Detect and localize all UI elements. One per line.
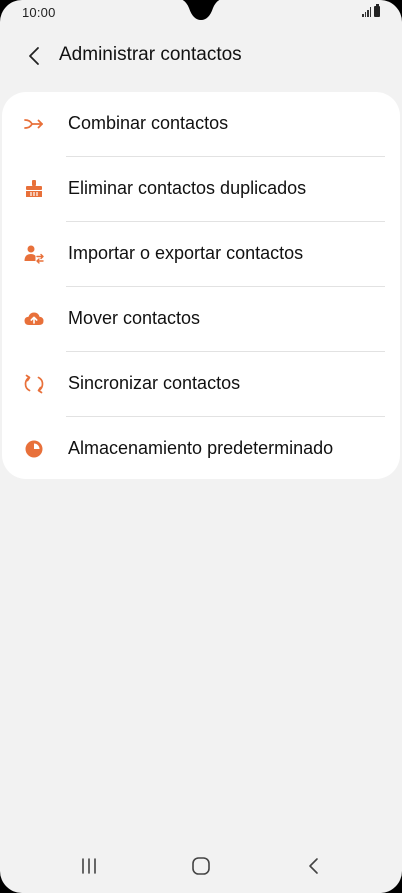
- app-header: Administrar contactos: [0, 36, 402, 76]
- storage-pie-icon: [23, 438, 45, 460]
- menu-item-label: Eliminar contactos duplicados: [68, 178, 307, 198]
- options-card: Combinar contactos Eliminar contactos du…: [2, 92, 400, 479]
- chevron-left-icon: [29, 47, 39, 65]
- status-time: 10:00: [22, 5, 56, 20]
- merge-arrow-icon: [23, 113, 45, 135]
- signal-icon: [362, 7, 371, 17]
- home-button[interactable]: [181, 849, 221, 883]
- page-title: Administrar contactos: [59, 44, 242, 65]
- back-button[interactable]: [20, 42, 48, 70]
- menu-item-label: Importar o exportar contactos: [68, 243, 304, 263]
- sync-icon: [23, 373, 45, 395]
- menu-item-label: Combinar contactos: [68, 113, 229, 133]
- navigation-bar: [0, 839, 402, 893]
- menu-item-mover[interactable]: Mover contactos: [2, 287, 400, 351]
- recents-button[interactable]: [69, 849, 109, 883]
- menu-item-almacenamiento[interactable]: Almacenamiento predeterminado: [2, 417, 400, 481]
- menu-item-label: Sincronizar contactos: [68, 373, 241, 393]
- broom-icon: [23, 178, 45, 200]
- menu-item-label: Almacenamiento predeterminado: [68, 438, 334, 458]
- menu-item-importar-exportar[interactable]: Importar o exportar contactos: [2, 222, 400, 286]
- nav-back-button[interactable]: [294, 849, 334, 883]
- back-icon: [309, 858, 318, 874]
- menu-item-label: Mover contactos: [68, 308, 201, 328]
- cloud-upload-icon: [23, 308, 45, 330]
- battery-icon: [374, 4, 380, 17]
- camera-notch: [182, 0, 220, 20]
- menu-item-eliminar-duplicados[interactable]: Eliminar contactos duplicados: [2, 157, 400, 221]
- menu-item-sincronizar[interactable]: Sincronizar contactos: [2, 352, 400, 416]
- status-icons: [362, 4, 380, 17]
- person-transfer-icon: [23, 243, 45, 265]
- recents-icon: [82, 858, 96, 874]
- home-icon: [192, 857, 210, 875]
- status-bar: 10:00: [0, 0, 402, 26]
- menu-item-combinar[interactable]: Combinar contactos: [2, 92, 400, 156]
- screen: 10:00 Administrar contactos Combinar con…: [0, 0, 402, 893]
